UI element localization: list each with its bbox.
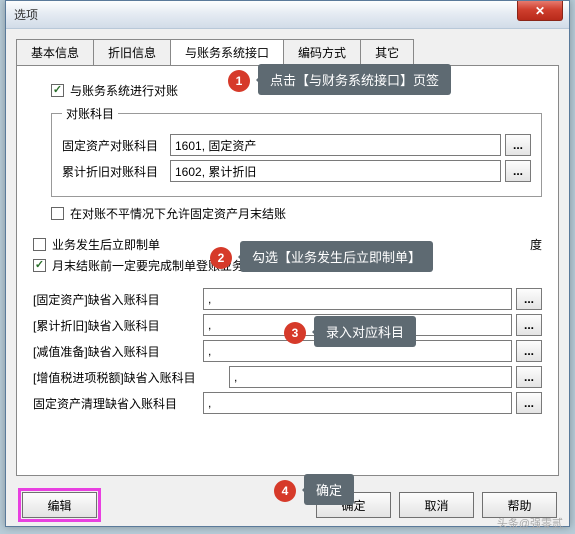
label-def-clean: 固定资产清理缺省入账科目 <box>33 395 203 412</box>
input-def-fix[interactable] <box>203 288 512 310</box>
input-dep-acct[interactable] <box>170 160 501 182</box>
close-button[interactable]: ✕ <box>517 1 563 21</box>
tab-basic[interactable]: 基本信息 <box>16 39 94 65</box>
window-title: 选项 <box>14 6 38 23</box>
label-def-vat: [增值税进项税额]缺省入账科目 <box>33 369 229 386</box>
label-def-dep: [累计折旧]缺省入账科目 <box>33 317 203 334</box>
browse-def-dep[interactable]: ... <box>516 314 542 336</box>
watermark: 头条@强零贰 <box>497 515 563 531</box>
group-reconcile: 对账科目 固定资产对账科目 ... 累计折旧对账科目 ... <box>51 105 542 197</box>
tab-depr[interactable]: 折旧信息 <box>93 39 171 65</box>
browse-dep-acct[interactable]: ... <box>505 160 531 182</box>
input-def-vat[interactable] <box>229 366 512 388</box>
close-icon: ✕ <box>535 4 545 18</box>
browse-def-fix[interactable]: ... <box>516 288 542 310</box>
label-allow-end: 在对账不平情况下允许固定资产月末结账 <box>70 205 286 222</box>
browse-def-impair[interactable]: ... <box>516 340 542 362</box>
callout-3: 录入对应科目 <box>314 316 416 347</box>
checkbox-reconcile[interactable] <box>51 84 64 97</box>
badge-1: 1 <box>228 70 250 92</box>
label-def-fix: [固定资产]缺省入账科目 <box>33 291 203 308</box>
input-def-clean[interactable] <box>203 392 512 414</box>
checkbox-allow-end[interactable] <box>51 207 64 220</box>
checkbox-month-end[interactable] <box>33 259 46 272</box>
label-tail: 度 <box>530 236 542 253</box>
callout-4: 确定 <box>304 474 354 505</box>
titlebar: 选项 ✕ <box>6 1 569 29</box>
tab-bar: 基本信息 折旧信息 与账务系统接口 编码方式 其它 <box>16 39 559 66</box>
group-legend: 对账科目 <box>62 105 118 122</box>
browse-def-vat[interactable]: ... <box>516 366 542 388</box>
cancel-button[interactable]: 取消 <box>399 492 474 518</box>
badge-4: 4 <box>274 480 296 502</box>
badge-3: 3 <box>284 322 306 344</box>
label-after-biz: 业务发生后立即制单 <box>52 236 160 253</box>
edit-button[interactable]: 编辑 <box>22 492 97 518</box>
browse-fix-acct[interactable]: ... <box>505 134 531 156</box>
edit-highlight: 编辑 <box>18 488 101 522</box>
tab-other[interactable]: 其它 <box>360 39 414 65</box>
label-fix-acct: 固定资产对账科目 <box>62 137 170 154</box>
callout-1: 点击【与财务系统接口】页签 <box>258 64 451 95</box>
tab-acct[interactable]: 与账务系统接口 <box>170 39 284 65</box>
callout-2: 勾选【业务发生后立即制单】 <box>240 241 433 272</box>
label-def-impair: [减值准备]缺省入账科目 <box>33 343 203 360</box>
label-dep-acct: 累计折旧对账科目 <box>62 163 170 180</box>
label-reconcile: 与账务系统进行对账 <box>70 82 178 99</box>
checkbox-after-biz[interactable] <box>33 238 46 251</box>
browse-def-clean[interactable]: ... <box>516 392 542 414</box>
tab-code[interactable]: 编码方式 <box>283 39 361 65</box>
input-fix-acct[interactable] <box>170 134 501 156</box>
badge-2: 2 <box>210 247 232 269</box>
